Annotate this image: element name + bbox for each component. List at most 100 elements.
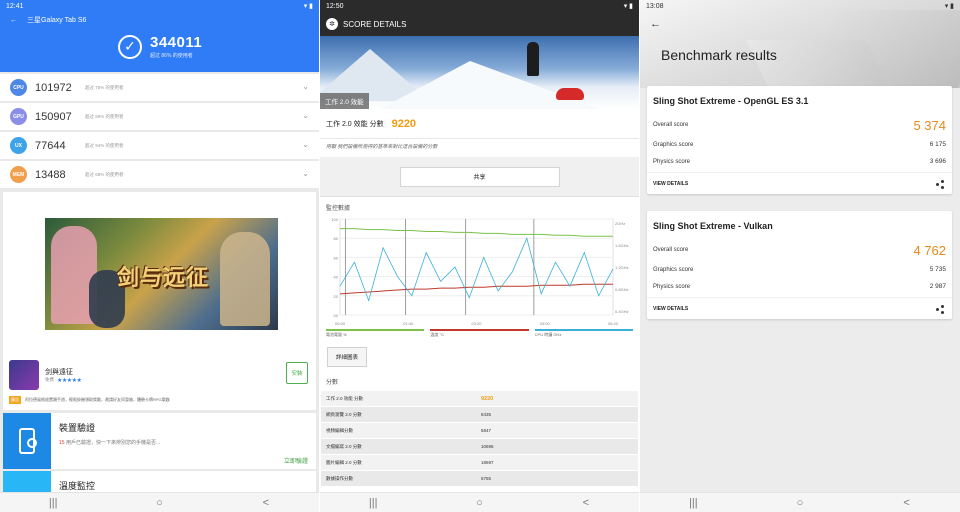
score-percentile: 超过 94% 的使用者 [85, 142, 124, 148]
y-right-tick-label: 1.6GHz [615, 243, 629, 248]
page-title: Benchmark results [661, 47, 777, 63]
status-bar: 12:41 ▾ ▮ [0, 0, 319, 12]
android-nav-bar: ||| ○ < [0, 492, 319, 512]
score-value: 13488 [35, 168, 66, 181]
score-row-cpu[interactable]: CPU 101972 超过 76% 的使用者 ⌄ [0, 74, 319, 101]
antutu-header: 12:41 ▾ ▮ ← 三星Galaxy Tab S6 ✓ 344011 超过 … [0, 0, 319, 72]
ad-app-info[interactable]: 剑與遠征 免费 ★★★★★ [9, 360, 82, 390]
chevron-down-icon[interactable]: ⌄ [302, 169, 309, 178]
overall-score-row: Overall score 4 762 [647, 239, 952, 261]
monitor-title: 監控數據 [326, 206, 351, 212]
share-icon[interactable] [936, 179, 944, 189]
chevron-down-icon[interactable]: ⌄ [302, 140, 309, 149]
x-tick-label: 01:40 [403, 321, 414, 326]
back-icon[interactable]: < [887, 497, 927, 509]
overall-label: Overall score [653, 247, 689, 253]
total-score: 344011 [150, 34, 203, 51]
pcmark-logo-icon[interactable]: ✲ [326, 18, 338, 30]
score-row-ux[interactable]: UX 77644 超过 94% 的使用者 ⌄ [0, 132, 319, 159]
app-bar-title: SCORE DETAILS [343, 19, 407, 29]
home-icon[interactable]: ○ [459, 497, 499, 509]
recents-icon[interactable]: ||| [353, 497, 393, 509]
temperature-title: 溫度監控 [59, 481, 96, 491]
ad-description-row: 廣告 阿拉德風格放置類手遊，輕鬆掛機領取獎勵，邀請好友同冒險，體驗卡牌RPG樂趣 [9, 396, 170, 404]
score-row-gpu[interactable]: GPU 150907 超过 89% 的使用者 ⌄ [0, 103, 319, 130]
legend-swatch [430, 329, 529, 331]
card-title: Sling Shot Extreme - Vulkan [653, 221, 773, 231]
physics-label: Physics score [653, 283, 691, 290]
app-bar: ✲ SCORE DETAILS [320, 12, 639, 36]
status-icons: ▾ ▮ [303, 3, 313, 10]
share-button[interactable]: 共享 [399, 166, 560, 187]
result-card-vulkan: Sling Shot Extreme - Vulkan Overall scor… [647, 211, 952, 319]
total-score-block: ✓ 344011 超过 86% 的使用者 [118, 34, 202, 59]
score-value: 9220 [391, 117, 417, 130]
sled-shape [556, 88, 584, 100]
recents-icon[interactable]: ||| [33, 497, 73, 509]
game-banner[interactable]: 剑与远征 [45, 218, 278, 330]
chevron-down-icon[interactable]: ⌄ [302, 111, 309, 120]
total-score-sub: 超过 86% 的使用者 [150, 53, 193, 59]
verify-title: 裝置驗證 [59, 423, 96, 433]
install-button[interactable]: 安裝 [286, 362, 308, 384]
hero-label: 工作 2.0 效能 [320, 93, 369, 109]
app-price: 免费 [45, 377, 54, 382]
table-row: 數據操作分數 6755 [321, 471, 638, 487]
legend-battery: 電池電量 % [326, 329, 425, 338]
threedmark-screen: 13:08 ▾ ▮ ← Benchmark results Sling Shot… [640, 0, 960, 512]
legend-label: 電池電量 % [326, 332, 347, 337]
graphics-score-row: Graphics score 5 735 [647, 261, 952, 278]
skier-figure [527, 42, 539, 76]
monitoring-chart: 100 80 60 40 20 00 2GHz 1.6GHz 1.2GHz 0.8GHz 0.4GH… [326, 213, 633, 329]
hero-background: 13:08 ▾ ▮ ← Benchmark results [640, 0, 960, 88]
score-value: 150907 [35, 110, 72, 123]
score-rows: CPU 101972 超过 76% 的使用者 ⌄ GPU 150907 超过 8… [0, 74, 319, 188]
graphics-score-row: Graphics score 6 175 [647, 136, 952, 153]
banner-logo-text: 剑与远征 [117, 265, 210, 290]
score-percentile: 超过 89% 的使用者 [85, 113, 124, 119]
share-icon[interactable] [936, 304, 944, 314]
device-verify-card[interactable]: 裝置驗證 15 用戶已驗證，快一下來辨別您的手機是否... 立即驗證 [3, 413, 316, 469]
physics-score-row: Physics score 3 696 [647, 153, 952, 170]
y-tick-label: 100 [331, 217, 338, 222]
verify-now-link[interactable]: 立即驗證 [284, 456, 308, 465]
y-tick-label: 40 [334, 275, 339, 280]
score-percentile: 超过 76% 的使用者 [85, 84, 124, 90]
score-row-mem[interactable]: MEM 13488 超过 68% 的使用者 ⌄ [0, 161, 319, 188]
row-label: 工作 2.0 效能 分數 [326, 395, 364, 401]
legend-swatch [326, 329, 425, 331]
status-icons: ▾ ▮ [944, 3, 954, 10]
app-meta: 免费 ★★★★★ [45, 377, 82, 384]
recents-icon[interactable]: ||| [673, 497, 713, 509]
chevron-down-icon[interactable]: ⌄ [302, 82, 309, 91]
status-bar: 13:08 ▾ ▮ [640, 0, 960, 12]
status-icons: ▾ ▮ [623, 3, 633, 10]
row-value: 6755 [481, 476, 492, 481]
home-icon[interactable]: ○ [780, 497, 820, 509]
score-percentile: 超过 68% 的使用者 [85, 171, 124, 177]
android-nav-bar: ||| ○ < [320, 492, 639, 512]
y-tick-label: 20 [334, 294, 339, 299]
y-tick-label: 00 [334, 313, 339, 318]
back-arrow-icon[interactable]: ← [10, 17, 17, 24]
row-label: 網頁瀏覽 2.0 分數 [326, 411, 362, 417]
score-value: 77644 [35, 139, 66, 152]
status-time: 13:08 [646, 2, 664, 10]
home-icon[interactable]: ○ [139, 497, 179, 509]
score-label: 工作 2.0 效能 分數 [326, 120, 384, 128]
hero-label-text: 工作 2.0 效能 [325, 99, 364, 106]
score-value: 101972 [35, 81, 72, 94]
graphics-score: 6 175 [929, 141, 946, 148]
score-line: 工作 2.0 效能 分數 9220 [320, 109, 639, 139]
view-details-button[interactable]: VIEW DETAILS [653, 306, 688, 312]
y-right-tick-label: 0.4GHz [615, 309, 629, 314]
view-details-button[interactable]: VIEW DETAILS [653, 181, 688, 187]
score-note: 用戰 我們設備所測得的基準來對比這台設備的分數 [326, 144, 438, 150]
back-icon[interactable]: < [566, 497, 606, 509]
row-value: 8435 [481, 412, 492, 417]
detail-chart-button[interactable]: 詳細圖表 [327, 347, 367, 367]
back-arrow-icon[interactable]: ← [650, 18, 661, 30]
y-right-tick-label: 1.2GHz [615, 265, 629, 270]
back-icon[interactable]: < [246, 497, 286, 509]
overall-score: 5 374 [913, 117, 946, 133]
